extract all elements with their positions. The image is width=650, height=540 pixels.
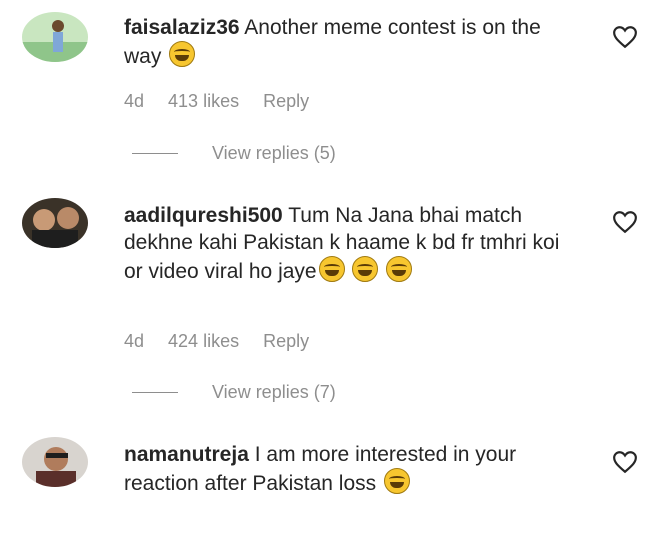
reply-button[interactable]: Reply: [263, 91, 309, 112]
comment-username[interactable]: faisalaziz36: [124, 16, 240, 39]
comment-meta: 4d 424 likes Reply: [124, 331, 309, 352]
comment-likes[interactable]: 413 likes: [168, 91, 239, 112]
comment-text: namanutreja I am more interested in your…: [124, 441, 574, 497]
face-with-tears-of-joy-icon: [352, 256, 379, 282]
comment-likes[interactable]: 424 likes: [168, 331, 239, 352]
replies-divider: [132, 153, 178, 154]
heart-outline-icon[interactable]: [612, 450, 638, 474]
view-replies-label[interactable]: View replies (7): [212, 382, 336, 403]
avatar[interactable]: [22, 198, 88, 248]
comment-text: faisalaziz36 Another meme contest is on …: [124, 14, 574, 70]
comment-meta: 4d 413 likes Reply: [124, 91, 309, 112]
face-with-tears-of-joy-icon: [169, 41, 196, 67]
comment-text: aadilqureshi500 Tum Na Jana bhai match d…: [124, 202, 574, 285]
comment-time: 4d: [124, 331, 145, 351]
heart-outline-icon[interactable]: [612, 25, 638, 49]
heart-outline-icon[interactable]: [612, 210, 638, 234]
comment-username[interactable]: namanutreja: [124, 443, 249, 466]
avatar[interactable]: [22, 437, 88, 487]
view-replies-button[interactable]: View replies (5): [132, 143, 336, 164]
face-with-tears-of-joy-icon: [318, 256, 345, 282]
face-with-tears-of-joy-icon: [386, 256, 413, 282]
face-with-tears-of-joy-icon: [383, 468, 410, 494]
comment-username[interactable]: aadilqureshi500: [124, 204, 283, 227]
replies-divider: [132, 392, 178, 393]
reply-button[interactable]: Reply: [263, 331, 309, 352]
comment-time: 4d: [124, 91, 145, 111]
view-replies-label[interactable]: View replies (5): [212, 143, 336, 164]
avatar[interactable]: [22, 12, 88, 62]
view-replies-button[interactable]: View replies (7): [132, 382, 336, 403]
